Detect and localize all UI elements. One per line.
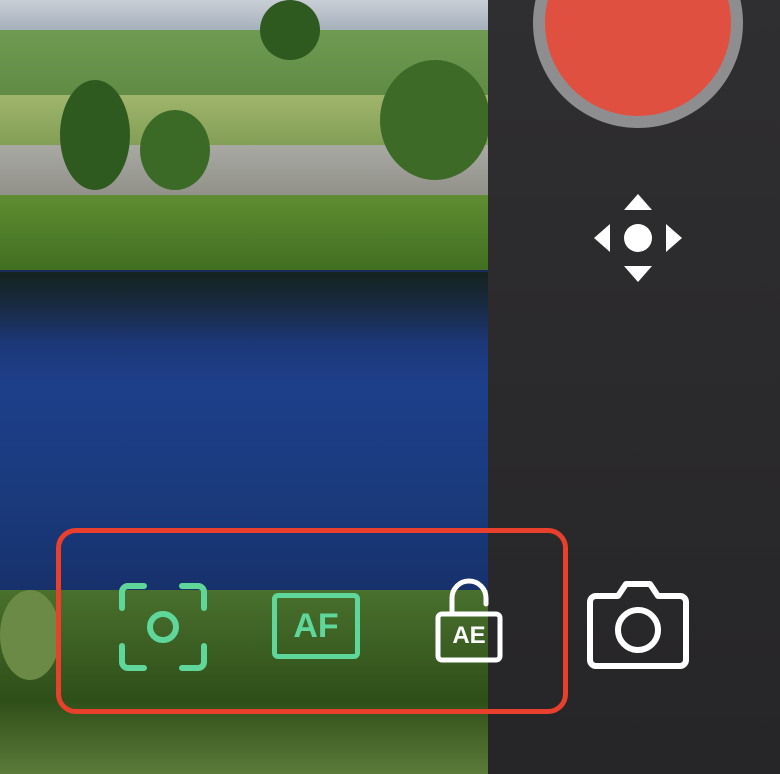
- ae-label: AE: [452, 622, 486, 649]
- af-button[interactable]: AF: [272, 593, 360, 659]
- camera-icon[interactable]: [586, 578, 690, 672]
- tree: [60, 80, 130, 190]
- move-arrows-icon[interactable]: [586, 186, 690, 290]
- tree: [140, 110, 210, 190]
- af-label: AF: [293, 606, 339, 645]
- tree-reflection: [0, 272, 488, 342]
- tree: [380, 60, 488, 180]
- tree: [260, 0, 320, 60]
- ae-lock-button[interactable]: AE: [434, 578, 504, 664]
- tree: [0, 590, 60, 680]
- focus-frame-icon[interactable]: [118, 582, 208, 672]
- shoreline-bushes: [0, 195, 488, 275]
- record-icon: [545, 0, 731, 116]
